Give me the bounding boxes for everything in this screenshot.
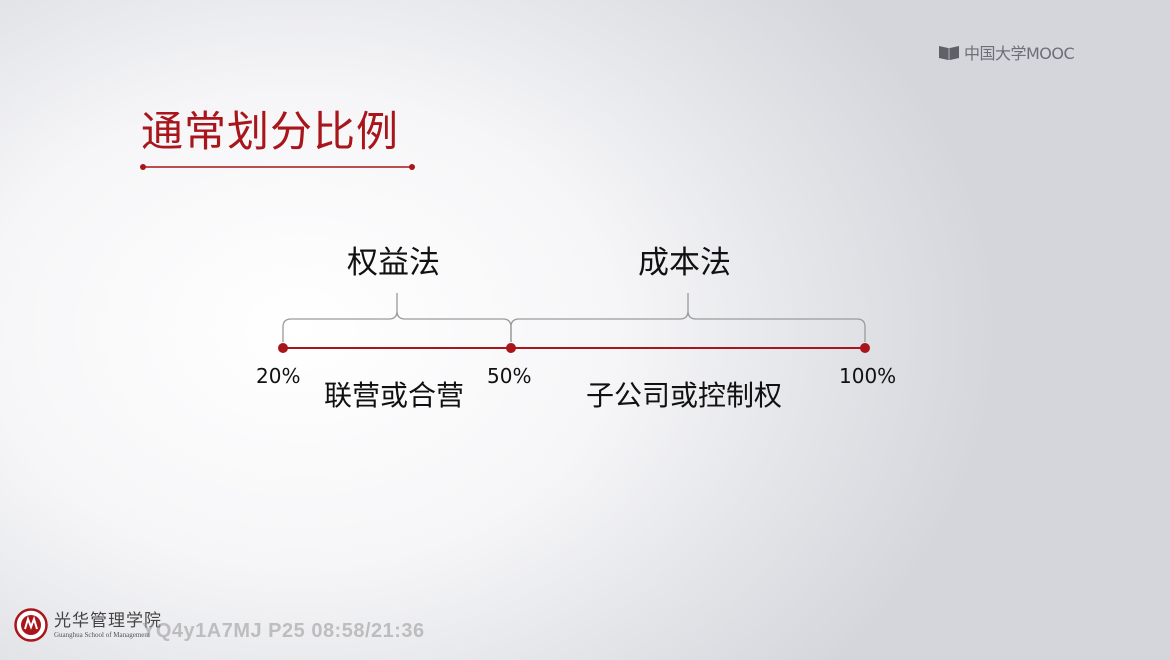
equity-brace	[282, 293, 512, 342]
subsidiary-label: 子公司或控制权	[586, 379, 783, 412]
marker-100	[860, 343, 870, 353]
slide: 中国大学MOOC 通常划分比例 权益法 成本法 20% 50% 100% 联营或…	[0, 0, 1170, 660]
marker-20	[278, 343, 288, 353]
threshold-100-label: 100%	[839, 364, 897, 388]
school-logo: 光华管理学院 Guanghua School of Management	[14, 608, 162, 642]
marker-50	[506, 343, 516, 353]
cost-brace	[510, 293, 866, 342]
video-watermark: YQ4y1A7MJ P25 08:58/21:36	[142, 620, 425, 642]
threshold-50-label: 50%	[487, 364, 532, 388]
university-seal-icon	[14, 608, 48, 642]
threshold-20-label: 20%	[256, 364, 301, 388]
joint-venture-label: 联营或合营	[324, 379, 465, 412]
ownership-timeline	[278, 293, 870, 353]
